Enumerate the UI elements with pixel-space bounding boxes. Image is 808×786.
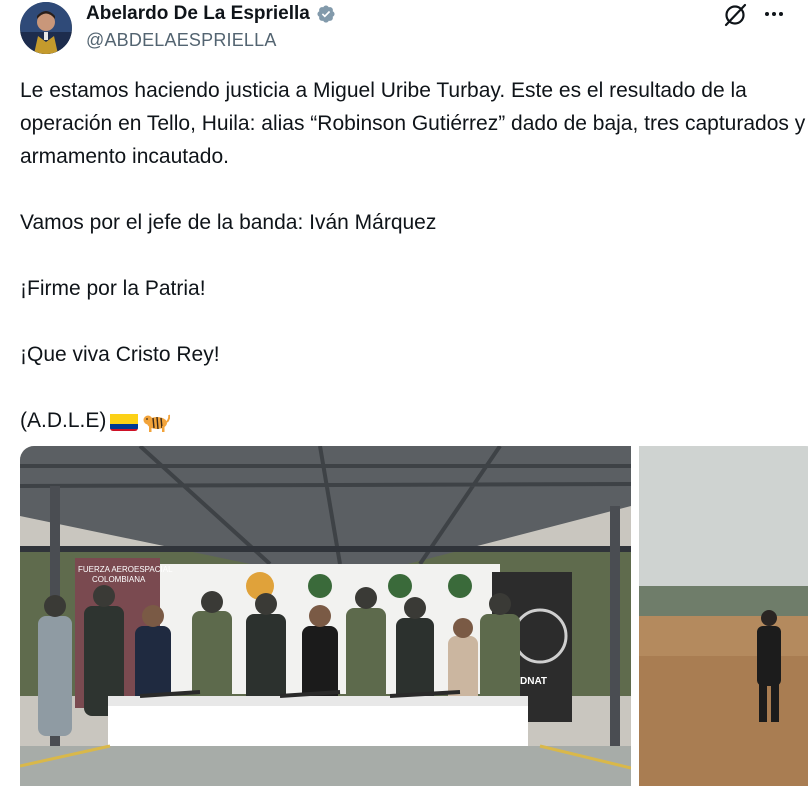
- media-photo-1[interactable]: FUERZA AEROESPACIAL COLOMBIANA DNAT: [20, 446, 631, 786]
- author-name-row[interactable]: Abelardo De La Espriella: [86, 3, 336, 25]
- tweet-signature: (A.D.L.E): [20, 409, 107, 432]
- verified-badge-icon: [317, 5, 335, 23]
- author-handle[interactable]: @ABDELAESPRIELLA: [86, 30, 277, 51]
- tweet-signature-line: (A.D.L.E): [20, 404, 808, 437]
- grok-icon[interactable]: [722, 2, 748, 28]
- banner-left-line-2: COLOMBIANA: [92, 575, 146, 584]
- tweet-paragraph: ¡Que viva Cristo Rey!: [20, 343, 220, 366]
- more-options-icon[interactable]: [762, 2, 786, 26]
- tiger-icon: [142, 409, 171, 433]
- media-photo-2[interactable]: [639, 446, 808, 786]
- tweet-paragraph: Le estamos haciendo justicia a Miguel Ur…: [20, 79, 806, 168]
- tweet-paragraph: ¡Firme por la Patria!: [20, 277, 206, 300]
- tweet-paragraph: Vamos por el jefe de la banda: Iván Márq…: [20, 211, 437, 234]
- banner-left-line-1: FUERZA AEROESPACIAL: [78, 565, 173, 574]
- colombia-flag-icon: [110, 411, 139, 431]
- tweet-text: Le estamos haciendo justicia a Miguel Ur…: [20, 74, 808, 437]
- banner-right: DNAT: [520, 676, 547, 687]
- author-display-name[interactable]: Abelardo De La Espriella: [86, 3, 310, 25]
- avatar[interactable]: [20, 2, 72, 54]
